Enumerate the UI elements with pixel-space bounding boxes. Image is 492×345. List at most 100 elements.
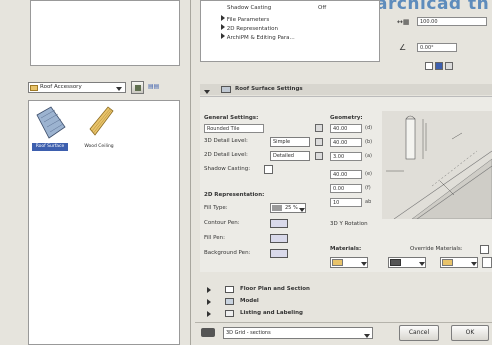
roof-surface-icon [36,106,66,139]
chevron-right-icon [207,287,211,293]
background-pen-label: Background Pen: [204,250,251,256]
sort-icon[interactable]: ▤▤ [148,83,159,90]
chevron-right-icon [221,15,225,21]
geometry-field-e[interactable]: 40.00 [330,170,362,179]
override-materials-label: Override Materials: [410,246,463,252]
material-swatch [390,259,401,266]
geometry-field-b[interactable]: 40.00 [330,138,362,147]
chevron-right-icon [221,24,225,30]
preview-caption: 3D Y Rotation [330,221,368,227]
folder-icon [30,85,38,91]
geometry-field-ab[interactable]: 10 [330,198,362,207]
left-panel: Roof Accessory ▤▤ Roof Surface Wood Ceil… [18,0,183,345]
settings-header-title: Roof Surface Settings [235,86,303,92]
materials-label: Materials: [330,246,362,252]
library-item-wood-ceiling[interactable]: Wood Ceiling [79,105,119,153]
material-select-3[interactable] [440,257,478,268]
ok-button[interactable]: OK [451,325,489,341]
angle-icon: ∠ [399,43,407,52]
settings-body: General Settings: Rounded Tile 3D Detail… [200,96,492,272]
listing-icon [225,310,234,317]
geometry-unit-f: (f) [365,185,371,191]
tree-item-archipm[interactable]: ArchiPM & Editing Para... [221,33,295,41]
chevron-down-icon [116,86,122,93]
wood-ceiling-icon [89,106,114,136]
detail-level-2d-label: 2D Detail Level: [204,152,248,158]
geometry-field-d[interactable]: 40.00 [330,124,362,133]
section-listing[interactable]: Listing and Labeling [200,308,492,319]
chevron-down-icon [299,207,305,212]
roof-settings-icon [221,86,231,93]
library-folder-dropdown[interactable]: Roof Accessory [28,82,126,93]
detail-level-2d-button[interactable] [315,152,323,160]
mirror-on-button[interactable] [435,62,443,70]
mirror-off-button[interactable] [425,62,433,70]
mirror-alt-button[interactable] [445,62,453,70]
contour-pen-button[interactable] [270,219,288,228]
tree-item-file-params[interactable]: File Parameters [221,15,269,23]
roof-type-field[interactable]: Rounded Tile [204,124,264,133]
detail-level-3d-button[interactable] [315,138,323,146]
cancel-button[interactable]: Cancel [399,325,439,341]
contour-pen-label: Contour Pen: [204,220,240,226]
background-pen-button[interactable] [270,249,288,258]
fill-type-select[interactable]: 25 % [270,203,306,213]
panel-divider [190,0,191,345]
shadow-casting-checkbox[interactable] [264,165,273,174]
detail-level-3d-select[interactable]: Simple [270,137,310,147]
floor-plan-icon [225,286,234,293]
material-swatch [442,259,453,266]
override-materials-checkbox[interactable] [480,245,489,254]
fill-pen-label: Fill Pen: [204,235,225,241]
general-title: General Settings: [204,115,259,121]
library-item-label: Roof Surface [32,143,68,151]
roof-tile-diagram [382,111,492,220]
watermark: archicad th [376,0,490,14]
rep2d-title: 2D Representation: [204,192,265,198]
library-item-list: Roof Surface Wood Ceiling [28,100,180,345]
material-select-1[interactable] [330,257,368,268]
fill-pen-button[interactable] [270,234,288,243]
tree-item-shadow[interactable]: Shadow Casting [227,5,271,11]
mirror-toggle-group[interactable] [425,62,465,72]
roof-type-select-button[interactable] [315,124,323,132]
chevron-right-icon [207,299,211,305]
fill-pattern-swatch [272,205,282,211]
chevron-down-icon [471,261,477,268]
settings-header[interactable]: Roof Surface Settings [200,84,492,95]
geometry-field-f[interactable]: 0.00 [330,184,362,193]
material-swatch [332,259,343,266]
library-item-roof-surface[interactable]: Roof Surface [32,105,68,153]
tree-item-2d-rep[interactable]: 2D Representation [221,24,278,32]
section-model[interactable]: Model [200,296,492,307]
geometry-preview [382,111,492,220]
library-item-label: Wood Ceiling [84,144,114,149]
preview-box [30,0,180,66]
tree-item-shadow-value: Off [318,5,327,11]
chevron-down-icon [364,332,370,338]
geometry-unit-b: (b) [365,139,373,145]
height-icon: ↔▦ [397,18,410,26]
detail-level-2d-select[interactable]: Detailed [270,151,310,161]
model-icon [225,298,234,305]
chevron-down-icon [419,261,425,268]
folder-dropdown-label: Roof Accessory [40,84,82,90]
folder-view-icon[interactable] [131,81,144,94]
geometry-field-a[interactable]: 3.00 [330,152,362,161]
geometry-unit-e: (e) [365,171,372,177]
detail-level-3d-label: 3D Detail Level: [204,138,248,144]
geometry-unit-d: (d) [365,125,373,131]
fill-type-label: Fill Type: [204,205,228,211]
layer-select[interactable]: 3D Grid - sections [223,327,373,339]
parameter-tree: Shadow Casting Off File Parameters 2D Re… [200,0,380,62]
chevron-right-icon [207,311,211,317]
angle-field[interactable]: 0.00° [417,43,457,52]
section-floor-plan[interactable]: Floor Plan and Section [200,284,492,295]
material-select-4[interactable] [482,257,492,268]
footer-bar: 3D Grid - sections Cancel OK [195,322,492,345]
height-field[interactable]: 100.00 [417,17,487,26]
layer-icon [201,328,215,337]
material-select-2[interactable] [388,257,426,268]
geometry-unit-a: (a) [365,153,372,159]
geometry-unit-ab: ab [365,199,372,205]
